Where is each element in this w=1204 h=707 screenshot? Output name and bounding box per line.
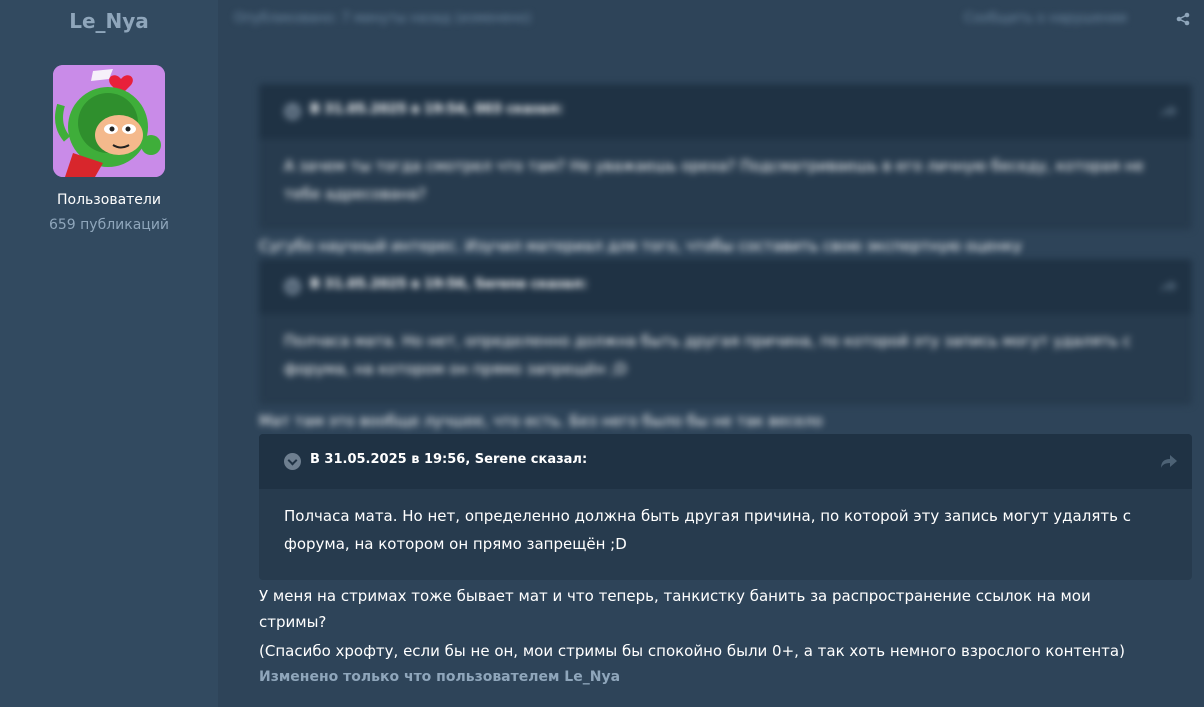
quote-header: В 31.05.2025 в 19:54, 003 сказал: (259, 84, 1192, 139)
quote-title[interactable]: В 31.05.2025 в 19:56, Serene сказал: (310, 277, 587, 292)
author-posts-count: 659 публикаций (48, 217, 170, 233)
author-sidebar: Le_Nya Пользователи 659 публикаций (0, 0, 218, 707)
report-link[interactable]: Сообщить о нарушении (964, 11, 1127, 26)
quote-block-1: В 31.05.2025 в 19:54, 003 сказал: А заче… (259, 84, 1192, 230)
author-group: Пользователи (57, 192, 161, 208)
quote-header: В 31.05.2025 в 19:56, Serene сказал: (259, 259, 1192, 314)
quote-body: А зачем ты тогда смотрел что там? Не ува… (284, 157, 1144, 203)
author-name[interactable]: Le_Nya (0, 9, 218, 33)
collapse-toggle-icon[interactable] (284, 103, 301, 120)
reply-text-1: Сугубо научный интерес. Изучил материал … (259, 237, 1022, 255)
collapse-toggle-icon[interactable] (284, 278, 301, 295)
avatar-image (53, 65, 165, 177)
quote-block-3: В 31.05.2025 в 19:56, Serene сказал: Пол… (259, 434, 1192, 580)
edited-note: Изменено только что пользователем Le_Nya (259, 669, 621, 685)
quote-share-icon[interactable] (1160, 454, 1178, 469)
quote-title[interactable]: В 31.05.2025 в 19:54, 003 сказал: (310, 102, 563, 117)
post-published-time[interactable]: Опубликовано: 7 минуты назад (изменено) (234, 11, 531, 26)
reply-line-3: (Спасибо хрофту, если бы не он, мои стри… (259, 642, 1125, 660)
reply-line-2: стримы? (259, 613, 327, 631)
quote-share-icon[interactable] (1160, 104, 1178, 119)
avatar[interactable] (53, 65, 165, 177)
collapse-toggle-icon[interactable] (284, 453, 301, 470)
quote-body: Полчаса мата. Но нет, определенно должна… (284, 332, 1131, 378)
quote-title[interactable]: В 31.05.2025 в 19:56, Serene сказал: (310, 452, 587, 467)
share-icon[interactable] (1176, 12, 1190, 26)
quote-header: В 31.05.2025 в 19:56, Serene сказал: (259, 434, 1192, 489)
reply-text-2: Мат там это вообще лучшее, что есть. Без… (259, 412, 823, 430)
quote-body: Полчаса мата. Но нет, определенно должна… (284, 507, 1131, 553)
quote-block-2: В 31.05.2025 в 19:56, Serene сказал: Пол… (259, 259, 1192, 405)
quote-share-icon[interactable] (1160, 279, 1178, 294)
reply-line-1: У меня на стримах тоже бывает мат и что … (259, 587, 1091, 605)
